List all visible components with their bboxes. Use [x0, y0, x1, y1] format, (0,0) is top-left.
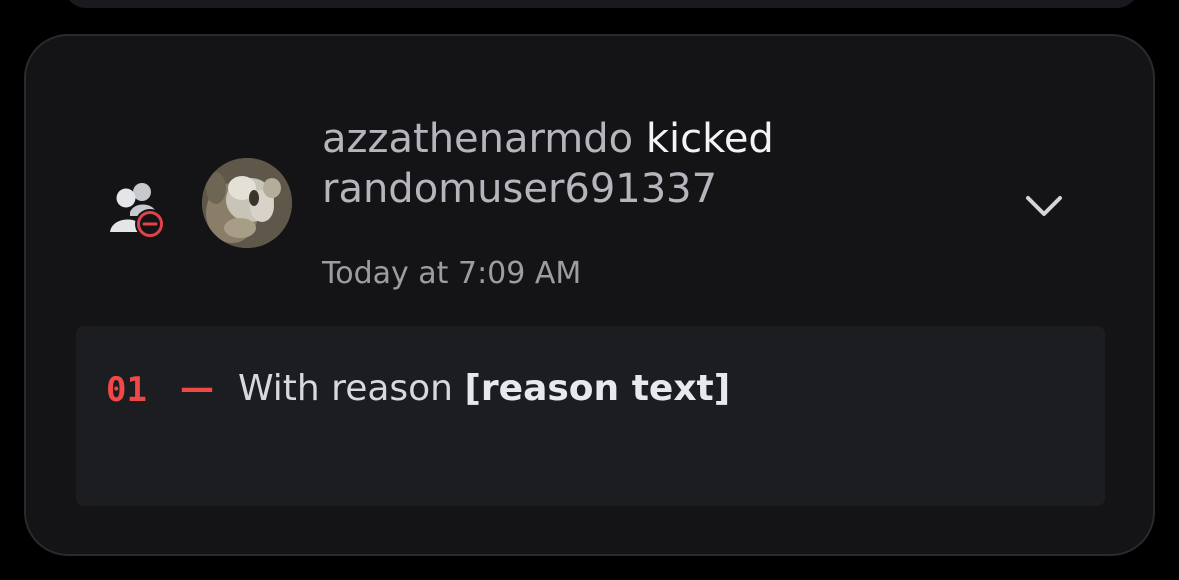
audit-log-entry-card[interactable]: azzathenarmdo kicked randomuser691337 To… — [24, 34, 1155, 556]
avatar[interactable] — [202, 158, 292, 248]
previous-audit-entry-card — [64, 0, 1139, 8]
target-username[interactable]: randomuser691337 — [322, 166, 717, 212]
change-dash: — — [180, 368, 214, 408]
change-detail-box: 01 — With reason [reason text] — [76, 326, 1105, 506]
avatar-image — [202, 158, 292, 248]
change-reason: With reason [reason text] — [238, 362, 1058, 416]
entry-timestamp: Today at 7:09 AM — [322, 256, 582, 291]
reason-prefix: With reason — [238, 368, 465, 409]
change-number: 01 — [106, 370, 147, 410]
action-verb: kicked — [645, 116, 774, 162]
chevron-down-icon[interactable] — [1022, 188, 1066, 222]
audit-entry-description: azzathenarmdo kicked randomuser691337 — [322, 114, 962, 214]
reason-value: [reason text] — [464, 368, 731, 409]
actor-username[interactable]: azzathenarmdo — [322, 116, 633, 162]
member-kick-icon — [110, 183, 165, 239]
